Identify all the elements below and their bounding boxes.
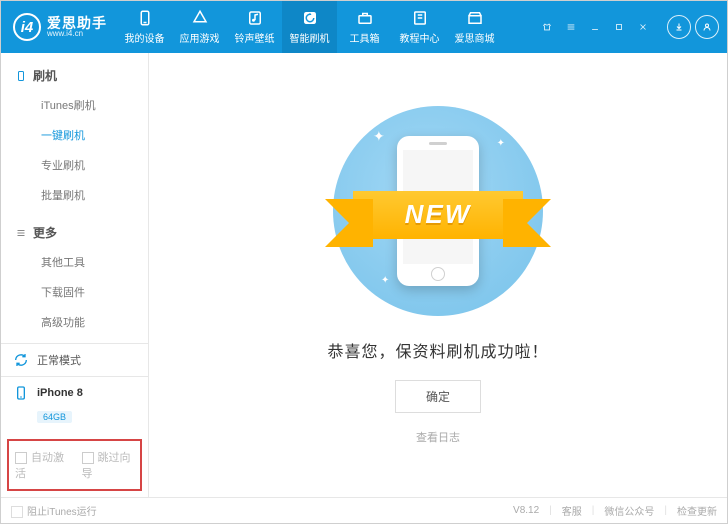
sparkle-icon: ✦ [497, 138, 505, 149]
wechat-link[interactable]: 微信公众号 [604, 503, 654, 518]
sidebar-heading-flash: 刷机 [1, 63, 148, 90]
success-illustration: ✦ ✦ ✦ NEW [333, 106, 543, 316]
checkbox-label: 阻止iTunes运行 [27, 507, 97, 518]
nav-flash[interactable]: 智能刷机 [282, 1, 337, 53]
phone-icon [136, 9, 154, 27]
close-button[interactable] [633, 17, 653, 37]
sparkle-icon: ✦ [373, 128, 385, 145]
nav-label: 爱思商城 [455, 30, 495, 45]
minimize-button[interactable] [585, 17, 605, 37]
download-button[interactable] [667, 15, 691, 39]
sidebar-item-advanced[interactable]: 高级功能 [1, 307, 148, 337]
flash-options-highlight: 自动激活 跳过向导 [7, 439, 142, 491]
new-ribbon: NEW [353, 191, 523, 239]
separator: | [664, 505, 667, 516]
book-icon [411, 9, 429, 27]
flash-icon [301, 9, 319, 27]
sidebar-section-flash: 刷机 iTunes刷机 一键刷机 专业刷机 批量刷机 [1, 53, 148, 210]
nav-label: 工具箱 [350, 30, 380, 45]
sidebar-heading-label: 更多 [33, 224, 57, 241]
version-label: V8.12 [513, 505, 539, 516]
brand-name: 爱思助手 [47, 16, 107, 30]
refresh-icon [13, 352, 29, 368]
logo-badge-icon: i4 [13, 13, 41, 41]
nav-apps-games[interactable]: 应用游戏 [172, 1, 227, 53]
nav-label: 应用游戏 [180, 30, 220, 45]
status-bar: 阻止iTunes运行 V8.12 | 客服 | 微信公众号 | 检查更新 [1, 497, 727, 523]
sidebar-item-pro-flash[interactable]: 专业刷机 [1, 150, 148, 180]
status-mode-label: 正常模式 [37, 352, 81, 368]
confirm-button[interactable]: 确定 [395, 380, 481, 413]
checkbox-icon [82, 452, 94, 464]
app-logo: i4 爱思助手 www.i4.cn [1, 13, 117, 41]
nav-tutorials[interactable]: 教程中心 [392, 1, 447, 53]
device-capacity-badge: 64GB [37, 411, 72, 423]
sidebar-item-batch-flash[interactable]: 批量刷机 [1, 180, 148, 210]
sidebar-heading-more: 更多 [1, 220, 148, 247]
nav-label: 智能刷机 [290, 30, 330, 45]
separator: | [549, 505, 552, 516]
block-itunes-checkbox[interactable]: 阻止iTunes运行 [11, 503, 97, 518]
main-content: ✦ ✦ ✦ NEW 恭喜您，保资料刷机成功啦！ 确定 查看日志 [149, 53, 727, 497]
sidebar-item-other-tools[interactable]: 其他工具 [1, 247, 148, 277]
maximize-button[interactable] [609, 17, 629, 37]
view-log-link[interactable]: 查看日志 [416, 429, 460, 445]
checkbox-icon [11, 506, 23, 518]
brand-url: www.i4.cn [47, 30, 107, 38]
sidebar-heading-label: 刷机 [33, 67, 57, 84]
skip-wizard-checkbox[interactable]: 跳过向导 [82, 449, 135, 481]
menu-button[interactable] [561, 17, 581, 37]
tshirt-button[interactable] [537, 17, 557, 37]
device-name: iPhone 8 [37, 387, 83, 399]
sparkle-icon: ✦ [381, 275, 389, 286]
user-button[interactable] [695, 15, 719, 39]
checkbox-icon [15, 452, 27, 464]
header-actions [537, 15, 727, 39]
nav-ringtones[interactable]: 铃声壁纸 [227, 1, 282, 53]
auto-activate-checkbox[interactable]: 自动激活 [15, 449, 68, 481]
sidebar-item-oneclick-flash[interactable]: 一键刷机 [1, 120, 148, 150]
shop-icon [466, 9, 484, 27]
nav-label: 我的设备 [125, 30, 165, 45]
phone-icon [13, 385, 29, 401]
status-mode[interactable]: 正常模式 [1, 343, 148, 376]
nav-label: 教程中心 [400, 30, 440, 45]
nav-shop[interactable]: 爱思商城 [447, 1, 502, 53]
menu-icon [15, 227, 27, 239]
phone-icon [15, 70, 27, 82]
sidebar: 刷机 iTunes刷机 一键刷机 专业刷机 批量刷机 更多 其他工具 下载固件 … [1, 53, 149, 497]
app-header: i4 爱思助手 www.i4.cn 我的设备 应用游戏 铃声壁纸 智能刷机 工具… [1, 1, 727, 53]
top-nav: 我的设备 应用游戏 铃声壁纸 智能刷机 工具箱 教程中心 爱思商城 [117, 1, 502, 53]
nav-label: 铃声壁纸 [235, 30, 275, 45]
sidebar-status: 正常模式 iPhone 8 64GB 自动激活 跳过向导 [1, 343, 148, 497]
toolbox-icon [356, 9, 374, 27]
support-link[interactable]: 客服 [562, 503, 582, 518]
apps-icon [191, 9, 209, 27]
check-update-link[interactable]: 检查更新 [677, 503, 717, 518]
ribbon-label: NEW [353, 191, 523, 239]
sidebar-item-itunes-flash[interactable]: iTunes刷机 [1, 90, 148, 120]
nav-my-device[interactable]: 我的设备 [117, 1, 172, 53]
success-message: 恭喜您，保资料刷机成功啦！ [327, 338, 548, 362]
note-icon [246, 9, 264, 27]
separator: | [592, 505, 595, 516]
sidebar-section-more: 更多 其他工具 下载固件 高级功能 [1, 210, 148, 337]
status-device[interactable]: iPhone 8 64GB [1, 376, 148, 433]
nav-toolbox[interactable]: 工具箱 [337, 1, 392, 53]
sidebar-item-download-firmware[interactable]: 下载固件 [1, 277, 148, 307]
app-body: 刷机 iTunes刷机 一键刷机 专业刷机 批量刷机 更多 其他工具 下载固件 … [1, 53, 727, 497]
